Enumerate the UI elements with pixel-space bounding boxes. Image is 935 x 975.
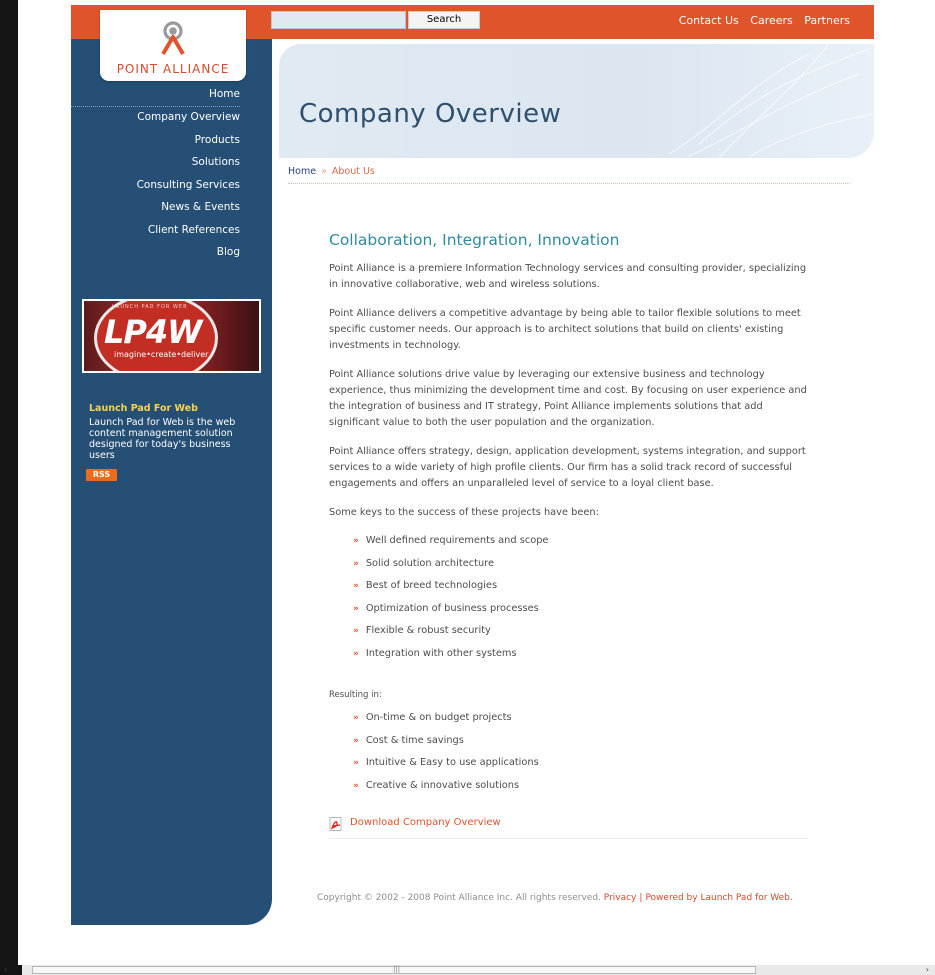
paragraph-value: Point Alliance solutions drive value by … xyxy=(329,369,807,428)
bullet-arrow-icon: » xyxy=(353,558,359,569)
nav-consulting-services[interactable]: Consulting Services xyxy=(71,179,240,202)
point-alliance-logo-icon xyxy=(161,21,185,55)
breadcrumb-home[interactable]: Home xyxy=(288,166,316,177)
page-title: Company Overview xyxy=(299,99,562,129)
bullet-arrow-icon: » xyxy=(353,603,359,614)
copyright-text: Copyright © 2002 - 2008 Point Alliance I… xyxy=(317,893,601,903)
breadcrumb-separator: » xyxy=(321,166,327,177)
main-navigation: Home Company Overview Products Solutions… xyxy=(71,88,240,269)
list-item: » Best of breed technologies xyxy=(353,580,498,591)
keys-intro: Some keys to the success of these projec… xyxy=(329,507,599,518)
promo-description: Launch Pad for Web is the web content ma… xyxy=(89,417,236,461)
search-button[interactable]: Search xyxy=(408,11,480,29)
bullet-arrow-icon: » xyxy=(353,536,359,546)
lp4w-banner[interactable]: LAUNCH PAD FOR WEB LP4W imagine•create•d… xyxy=(82,299,261,373)
bullet-arrow-icon: » xyxy=(353,581,359,591)
list-item: » Optimization of business processes xyxy=(353,602,539,614)
bullet-arrow-icon: » xyxy=(353,626,359,636)
list-item: » Integration with other systems xyxy=(353,647,517,659)
bullet-arrow-icon: » xyxy=(353,758,359,768)
scroll-right-icon[interactable]: › xyxy=(926,965,929,974)
list-item: » Intuitive & Easy to use applications xyxy=(353,757,539,768)
partners-link[interactable]: Partners xyxy=(804,14,850,27)
list-item: » Solid solution architecture xyxy=(353,557,495,569)
nav-blog[interactable]: Blog xyxy=(71,246,240,269)
bullet-arrow-icon: » xyxy=(353,648,359,659)
nav-home[interactable]: Home xyxy=(71,88,240,107)
logo[interactable]: POINT ALLIANCE xyxy=(100,10,246,81)
nav-solutions[interactable]: Solutions xyxy=(71,156,240,179)
breadcrumb-about-us[interactable]: About Us xyxy=(332,166,375,177)
footer: Copyright © 2002 - 2008 Point Alliance I… xyxy=(317,893,793,903)
bullet-arrow-icon: » xyxy=(353,713,359,723)
list-item: » Well defined requirements and scope xyxy=(353,535,549,546)
privacy-link[interactable]: Privacy xyxy=(604,893,637,903)
top-links: Contact Us Careers Partners xyxy=(671,14,850,27)
results-intro: Resulting in: xyxy=(329,690,382,700)
download-label: Download Company Overview xyxy=(350,817,501,828)
list-item: » On-time & on budget projects xyxy=(353,712,512,723)
nav-news-events[interactable]: News & Events xyxy=(71,201,240,224)
horizontal-scrollbar[interactable]: ‹ ||| › xyxy=(4,965,935,975)
banner-top-text: LAUNCH PAD FOR WEB xyxy=(112,304,188,310)
banner-logo-text: LP4W xyxy=(104,313,202,351)
content-headline: Collaboration, Integration, Innovation xyxy=(329,231,620,249)
list-item: » Cost & time savings xyxy=(353,734,464,746)
contact-us-link[interactable]: Contact Us xyxy=(679,14,739,27)
search-input[interactable] xyxy=(271,11,406,29)
main-content: Collaboration, Integration, Innovation P… xyxy=(329,231,809,822)
scrollbar-thumb[interactable]: ||| xyxy=(32,965,756,974)
keys-list: » Well defined requirements and scope » So… xyxy=(329,533,809,668)
bullet-arrow-icon: » xyxy=(353,780,359,791)
nav-products[interactable]: Products xyxy=(71,134,240,157)
paragraph-intro: Point Alliance is a premiere Information… xyxy=(329,263,807,290)
paragraph-services: Point Alliance offers strategy, design, … xyxy=(329,446,806,489)
download-company-overview-link[interactable]: Download Company Overview xyxy=(329,816,808,839)
header-decoration xyxy=(668,44,874,158)
bullet-arrow-icon: » xyxy=(353,735,359,746)
list-item: » Creative & innovative solutions xyxy=(353,779,520,791)
nav-company-overview[interactable]: Company Overview xyxy=(71,111,240,134)
scrollbar-grip-icon: ||| xyxy=(393,965,401,973)
rss-button[interactable]: RSS xyxy=(86,469,117,481)
powered-by-link[interactable]: Powered by Launch Pad for Web. xyxy=(645,893,792,903)
footer-separator: | xyxy=(639,893,643,903)
scroll-left-icon[interactable]: ‹ xyxy=(4,965,7,974)
banner-tagline: imagine•create•deliver xyxy=(114,350,209,359)
results-list: » On-time & on budget projects » Cost & ti… xyxy=(329,710,809,800)
nav-client-references[interactable]: Client References xyxy=(71,224,240,247)
promo-title: Launch Pad For Web xyxy=(89,403,198,414)
careers-link[interactable]: Careers xyxy=(750,14,793,27)
list-item: » Flexible & robust security xyxy=(353,625,491,636)
pdf-icon xyxy=(329,817,342,831)
logo-text: POINT ALLIANCE xyxy=(116,62,230,76)
breadcrumb: Home » About Us xyxy=(288,166,850,184)
paragraph-advantage: Point Alliance delivers a competitive ad… xyxy=(329,308,801,351)
